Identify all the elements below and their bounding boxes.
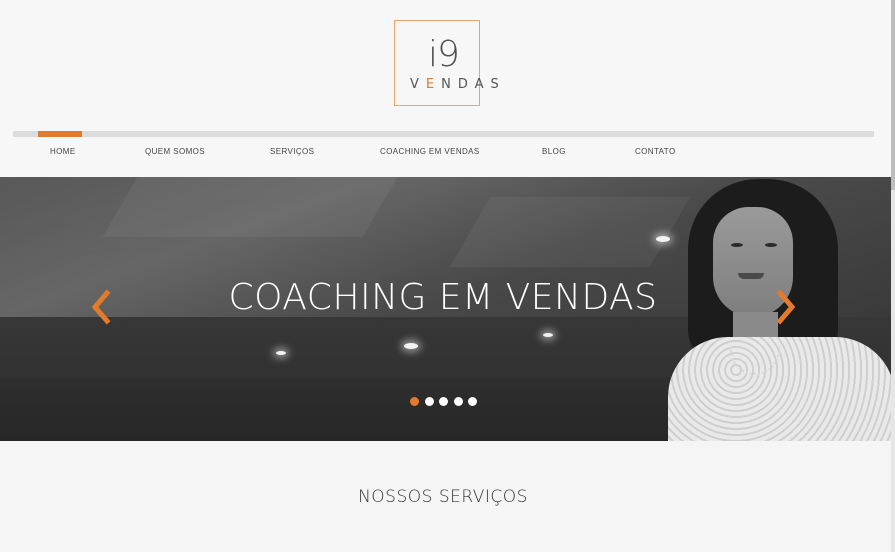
logo-mark[interactable]: i9 [428,37,460,73]
ceiling-panel [449,197,691,267]
ceiling-light [276,351,286,355]
speaker-blouse [668,337,895,441]
slider-dot-1[interactable] [410,397,419,406]
ceiling-light [404,343,418,349]
chevron-right-icon [776,289,796,325]
scrollbar-thumb[interactable] [891,0,895,190]
nav-item-servicos[interactable]: SERVIÇOS [270,147,314,156]
nav-item-quem-somos[interactable]: QUEM SOMOS [145,147,205,156]
nav-item-contato[interactable]: CONTATO [635,147,676,156]
nav-item-coaching-em-vendas[interactable]: COACHING EM VENDAS [380,147,480,156]
nav-item-blog[interactable]: BLOG [542,147,566,156]
site-header: i9 VENDAS HOME QUEM SOMOS SERVIÇOS COACH… [0,0,895,177]
chevron-left-icon [91,289,111,325]
nav-item-home[interactable]: HOME [50,147,76,156]
slider-dot-3[interactable] [439,397,448,406]
hero-title: COACHING EM VENDAS [228,277,658,318]
slider-dot-2[interactable] [425,397,434,406]
section-title-services: NOSSOS SERVIÇOS [358,487,528,507]
logo-word-end: NDAS [441,77,506,92]
slider-dot-4[interactable] [454,397,463,406]
slider-dot-5[interactable] [468,397,477,406]
slider-prev-button[interactable] [90,289,112,325]
logo-wordmark[interactable]: VENDAS [410,77,506,92]
ceiling-light [543,333,553,337]
hero-slider: COACHING EM VENDAS [0,177,895,441]
page-scrollbar[interactable] [891,0,895,552]
nav-progress-bar [13,131,874,137]
main-nav: HOME QUEM SOMOS SERVIÇOS COACHING EM VEN… [0,147,895,161]
nav-active-indicator [38,131,82,137]
logo-word-accent: E [425,77,442,92]
speaker-eye [765,243,777,247]
logo-word-start: V [410,77,426,92]
ceiling-panel [102,177,398,237]
speaker-eye [731,243,743,247]
slider-next-button[interactable] [775,289,797,325]
